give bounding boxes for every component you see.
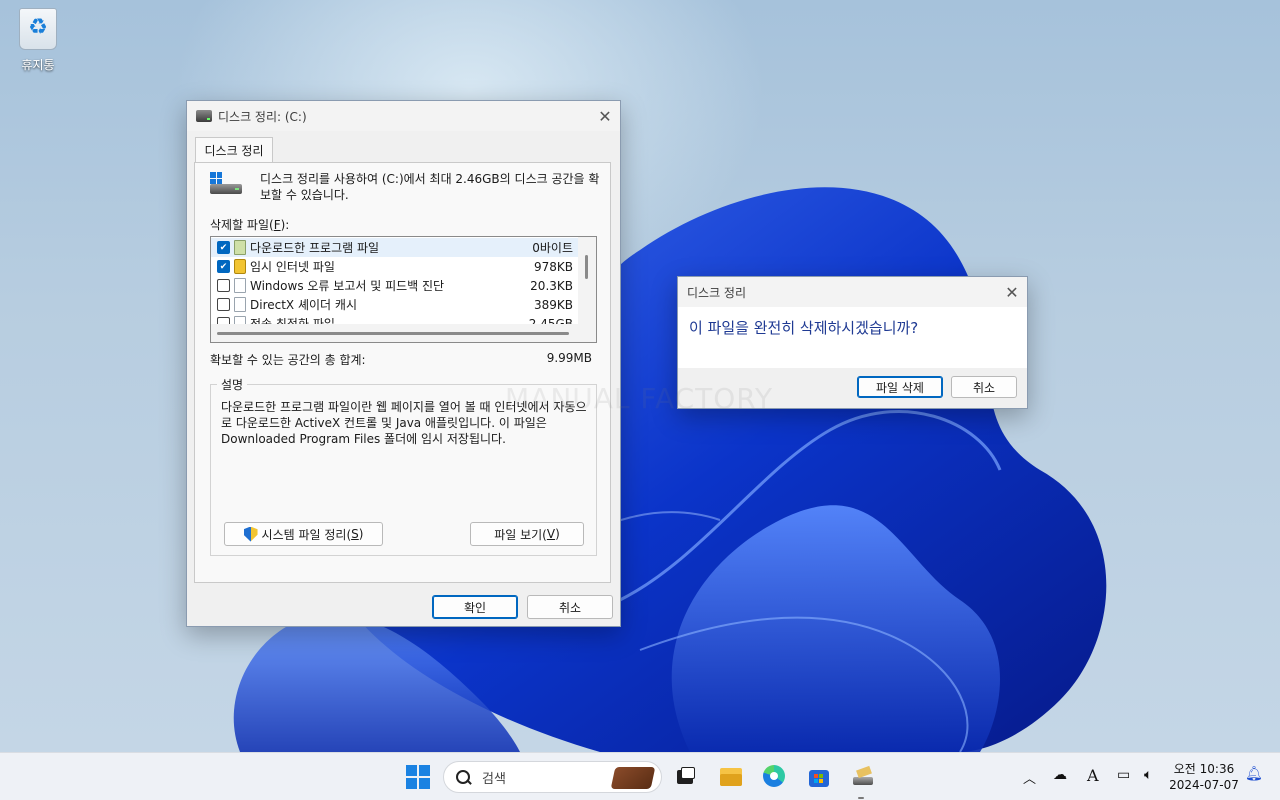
- windows-drive-icon: [210, 172, 242, 196]
- document-icon: [234, 297, 246, 312]
- notification-bell-icon[interactable]: 🔔︎: [1245, 766, 1263, 782]
- total-space-label: 확보할 수 있는 공간의 총 합계:: [210, 353, 366, 367]
- recycle-bin-shortcut[interactable]: 휴지통: [10, 8, 66, 73]
- cleanup-system-files-button[interactable]: 시스템 파일 정리(S): [224, 522, 383, 546]
- view-files-button[interactable]: 파일 보기(V): [470, 522, 584, 546]
- microsoft-store-icon[interactable]: [807, 765, 831, 789]
- watermark: MANUAL FACTORY: [505, 382, 774, 415]
- chevron-up-icon[interactable]: ︿: [1023, 768, 1036, 787]
- confirm-title: 디스크 정리: [687, 285, 747, 300]
- vertical-scrollbar[interactable]: [578, 237, 596, 325]
- file-explorer-icon[interactable]: [719, 765, 743, 789]
- description-group-title: 설명: [217, 376, 248, 393]
- confirm-cancel-button[interactable]: 취소: [951, 376, 1017, 398]
- document-icon: [234, 278, 246, 293]
- volume-muted-icon[interactable]: 🔈︎: [1144, 767, 1152, 783]
- drive-icon: [196, 110, 212, 122]
- taskbar-search[interactable]: 검색: [443, 761, 662, 793]
- list-item[interactable]: Windows 오류 보고서 및 피드백 진단 20.3KB: [211, 276, 579, 295]
- files-to-delete-label: 삭제할 파일(F):: [210, 218, 290, 232]
- close-button[interactable]: ✕: [590, 101, 620, 131]
- checkbox[interactable]: ✔: [217, 260, 230, 273]
- files-listbox[interactable]: ✔ 다운로드한 프로그램 파일 0바이트 ✔ 임시 인터넷 파일 978KB W…: [210, 236, 597, 343]
- confirm-titlebar[interactable]: 디스크 정리 ✕: [678, 277, 1027, 307]
- checkbox[interactable]: [217, 298, 230, 311]
- onedrive-offline-icon[interactable]: ☁: [1053, 767, 1067, 783]
- start-button[interactable]: [406, 765, 430, 789]
- green-folder-icon: [234, 240, 246, 255]
- cancel-button[interactable]: 취소: [527, 595, 613, 619]
- list-item[interactable]: DirectX 셰이더 캐시 389KB: [211, 295, 579, 314]
- delete-files-button[interactable]: 파일 삭제: [857, 376, 943, 398]
- recycle-bin-icon: [19, 8, 57, 50]
- confirm-close-button[interactable]: ✕: [997, 277, 1027, 307]
- ok-button[interactable]: 확인: [432, 595, 518, 619]
- search-icon: [456, 770, 470, 784]
- search-placeholder: 검색: [482, 771, 506, 787]
- disk-cleanup-titlebar[interactable]: 디스크 정리: (C:) ✕: [187, 101, 620, 131]
- total-space-value: 9.99MB: [546, 351, 592, 365]
- edge-browser-icon[interactable]: [763, 765, 787, 789]
- list-item[interactable]: ✔ 다운로드한 프로그램 파일 0바이트: [211, 238, 579, 257]
- clock-date[interactable]: 2024-07-07: [1166, 778, 1242, 792]
- recycle-bin-label: 휴지통: [21, 58, 55, 72]
- window-title: 디스크 정리: (C:): [218, 109, 307, 124]
- task-view-icon[interactable]: [674, 765, 698, 789]
- checkbox[interactable]: [217, 279, 230, 292]
- ime-indicator[interactable]: A: [1087, 766, 1099, 785]
- cleanup-description: 디스크 정리를 사용하여 (C:)에서 최대 2.46GB의 디스크 공간을 확…: [260, 172, 600, 202]
- confirm-question: 이 파일을 완전히 삭제하시겠습니까?: [689, 319, 919, 337]
- lock-icon: [234, 259, 246, 274]
- network-icon[interactable]: ▭: [1117, 767, 1130, 783]
- active-indicator: [858, 797, 864, 799]
- taskbar: 검색 ︿ ☁ A ▭ 🔈︎ 오전 10:36 2024-07-07 🔔︎: [0, 752, 1280, 800]
- tab-disk-cleanup[interactable]: 디스크 정리: [195, 137, 273, 163]
- disk-cleanup-taskbar-icon[interactable]: [851, 765, 875, 789]
- search-highlight-icon: [610, 767, 656, 789]
- horizontal-scrollbar[interactable]: [211, 324, 596, 342]
- checkbox[interactable]: ✔: [217, 241, 230, 254]
- uac-shield-icon: [243, 526, 258, 542]
- clock-time[interactable]: 오전 10:36: [1166, 760, 1242, 777]
- list-item[interactable]: ✔ 임시 인터넷 파일 978KB: [211, 257, 579, 276]
- close-icon: ✕: [1005, 282, 1019, 302]
- close-icon: ✕: [598, 106, 612, 126]
